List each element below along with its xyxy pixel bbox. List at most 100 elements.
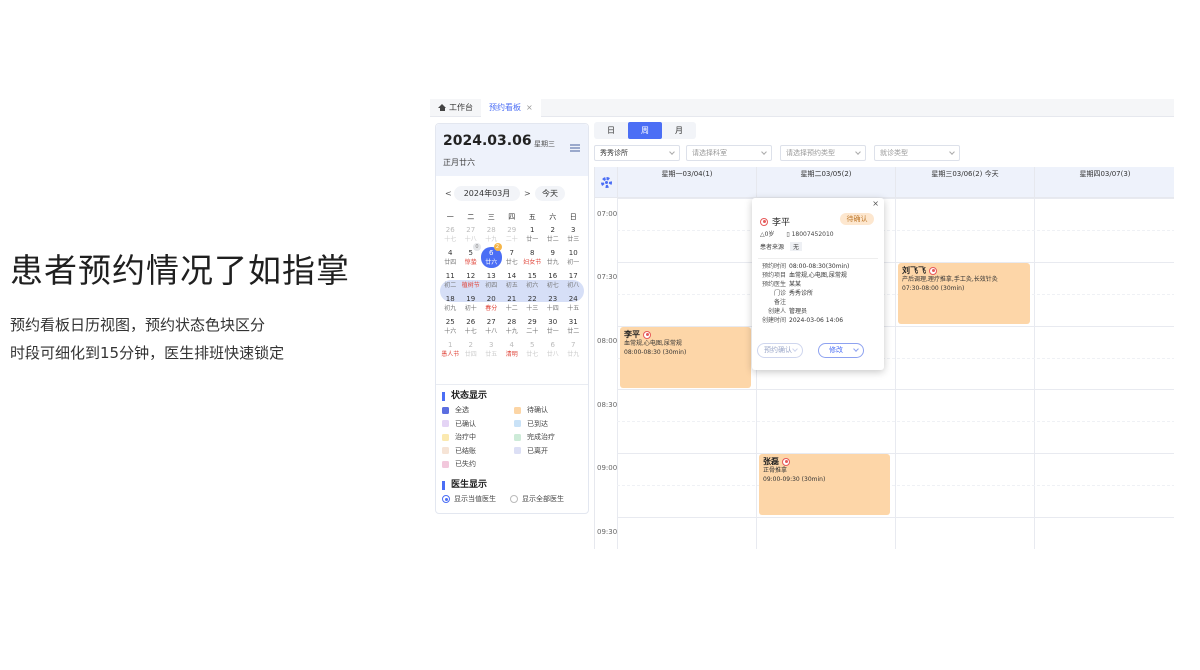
calendar-day[interactable]: 19 初十 [461, 293, 482, 316]
appointment-type-select[interactable]: 请选择预约类型 [780, 145, 866, 161]
calendar-day[interactable]: 16 初七 [543, 270, 564, 293]
view-month-button[interactable]: 月 [662, 122, 696, 139]
calendar-day-selected[interactable]: 6 廿六 2 [481, 243, 502, 270]
calendar-day[interactable]: 7 廿九 [563, 339, 584, 362]
status-color-checkbox[interactable] [442, 406, 449, 414]
tab-workbench[interactable]: 工作台 [430, 99, 481, 117]
calendar-day[interactable]: 26 十七 [461, 316, 482, 339]
calendar-day[interactable]: 15 初六 [522, 270, 543, 293]
patient-name: 刘飞飞 [902, 266, 926, 275]
view-day-button[interactable]: 日 [594, 122, 628, 139]
radio-on-duty-doctors[interactable] [442, 495, 450, 503]
status-filter-item[interactable]: 已结账 [442, 446, 476, 456]
calendar-day[interactable]: 24 十五 [563, 293, 584, 316]
calendar-day[interactable]: 29 二十 [522, 316, 543, 339]
status-filter-item[interactable]: 已确认 [442, 419, 476, 429]
calendar-day[interactable]: 4 清明 [502, 339, 523, 362]
status-color-checkbox[interactable] [514, 447, 521, 454]
detail-row: 门诊 秀秀诊所 [757, 289, 882, 298]
status-filter-item[interactable]: 完成治疗 [514, 432, 555, 442]
calendar-day[interactable]: 6 廿八 [543, 339, 564, 362]
calendar-day[interactable]: 1 廿一 [522, 224, 543, 247]
status-filter-item[interactable]: 已失约 [442, 459, 476, 469]
status-select-label: 预约确认 [764, 346, 792, 354]
calendar-day[interactable]: 30 廿一 [543, 316, 564, 339]
visit-type-select[interactable]: 就诊类型 [874, 145, 960, 161]
calendar-day[interactable]: 4 廿四 [440, 247, 461, 270]
calendar-day[interactable]: 27 十八 [481, 316, 502, 339]
home-icon [438, 104, 446, 111]
status-color-checkbox[interactable] [442, 460, 449, 468]
calendar-day[interactable]: 29 二十 [502, 224, 523, 247]
appointment-card[interactable]: 张磊 正骨推拿 09:00-09:30 (30min) [759, 454, 890, 515]
calendar-day[interactable]: 5 廿七 [522, 339, 543, 362]
status-color-checkbox[interactable] [514, 420, 521, 427]
status-color-checkbox[interactable] [442, 433, 449, 441]
calendar-day[interactable]: 25 十六 [440, 316, 461, 339]
time-label: 08:30 [597, 401, 618, 409]
calendar-day[interactable]: 5 惊蛰 0 [461, 243, 481, 270]
month-selector[interactable]: 2024年03月 [454, 186, 520, 201]
today-button[interactable]: 今天 [535, 186, 565, 201]
status-filter-item[interactable]: 已到达 [514, 419, 548, 429]
calendar-day[interactable]: 17 初八 [563, 270, 584, 293]
status-filter-item[interactable]: 治疗中 [442, 432, 476, 442]
department-select[interactable]: 请选择科室 [686, 145, 772, 161]
day-number: 3 [489, 341, 494, 349]
calendar-day[interactable]: 3 廿五 [481, 339, 502, 362]
view-week-button[interactable]: 周 [628, 122, 662, 139]
calendar-day[interactable]: 20 春分 [481, 293, 502, 316]
edit-button[interactable]: 修改 [818, 343, 864, 358]
calendar-day[interactable]: 3 廿三 [563, 224, 584, 247]
gear-icon[interactable] [601, 177, 612, 188]
calendar-day[interactable]: 21 十二 [502, 293, 523, 316]
clinic-select[interactable]: 秀秀诊所 [594, 145, 680, 161]
status-color-checkbox[interactable] [514, 406, 521, 414]
status-color-checkbox[interactable] [442, 420, 449, 427]
status-filter-item[interactable]: 待确认 [514, 405, 548, 415]
calendar-day[interactable]: 8 妇女节 [522, 247, 543, 270]
status-label: 治疗中 [455, 433, 476, 441]
radio-all-doctors[interactable] [510, 495, 518, 503]
day-number: 26 [445, 226, 455, 234]
close-icon[interactable]: × [872, 199, 879, 208]
tab-label: 工作台 [449, 103, 473, 112]
calendar-day[interactable]: 18 初九 [440, 293, 461, 316]
calendar-day[interactable]: 14 初五 [502, 270, 523, 293]
appointment-card[interactable]: 刘飞飞 产后调理,理疗推拿,手工灸,长效针灸 07:30-08:00 (30mi… [898, 263, 1030, 324]
doctor-section-title: 医生显示 [442, 481, 487, 490]
status-filter-item[interactable]: 全选 [442, 405, 469, 415]
calendar-day[interactable]: 2 廿四 [461, 339, 482, 362]
calendar-day[interactable]: 22 十三 [522, 293, 543, 316]
calendar-day[interactable]: 11 初二 [440, 270, 461, 293]
calendar-day[interactable]: 7 廿七 [502, 247, 523, 270]
calendar-day[interactable]: 12 植树节 [461, 270, 482, 293]
day-number: 12 [466, 272, 476, 280]
popup-source: 患者来源 无 [760, 242, 802, 251]
list-icon[interactable] [570, 144, 580, 152]
calendar-day[interactable]: 10 初一 [563, 247, 584, 270]
calendar-day[interactable]: 26 十七 [440, 224, 461, 247]
status-color-checkbox[interactable] [514, 433, 521, 441]
calendar-day[interactable]: 1 愚人节 [440, 339, 461, 362]
calendar-day[interactable]: 9 廿九 [543, 247, 564, 270]
appointment-time: 07:30-08:00 (30min) [902, 285, 965, 292]
visit-type-placeholder: 就诊类型 [880, 149, 908, 157]
calendar-day[interactable]: 23 十四 [543, 293, 564, 316]
close-icon[interactable]: × [526, 103, 533, 112]
calendar-day[interactable]: 13 初四 [481, 270, 502, 293]
appointment-card[interactable]: 李平 血常规,心电图,尿常规 08:00-08:30 (30min) [620, 327, 751, 388]
detail-label: 预约时间 [761, 263, 786, 270]
status-label: 全选 [455, 406, 469, 414]
calendar-day[interactable]: 2 廿二 [543, 224, 564, 247]
lunar-day: 初四 [485, 282, 498, 289]
prev-month-button[interactable]: < [445, 189, 452, 198]
next-month-button[interactable]: > [524, 189, 531, 198]
calendar-day[interactable]: 31 廿二 [563, 316, 584, 339]
appointment-status-select[interactable]: 预约确认 [757, 343, 803, 358]
tab-appointment-board[interactable]: 预约看板 × [481, 98, 541, 117]
calendar-day[interactable]: 28 十九 [502, 316, 523, 339]
appointment-time: 09:00-09:30 (30min) [763, 476, 826, 483]
status-filter-item[interactable]: 已离开 [514, 446, 548, 456]
status-color-checkbox[interactable] [442, 447, 449, 454]
